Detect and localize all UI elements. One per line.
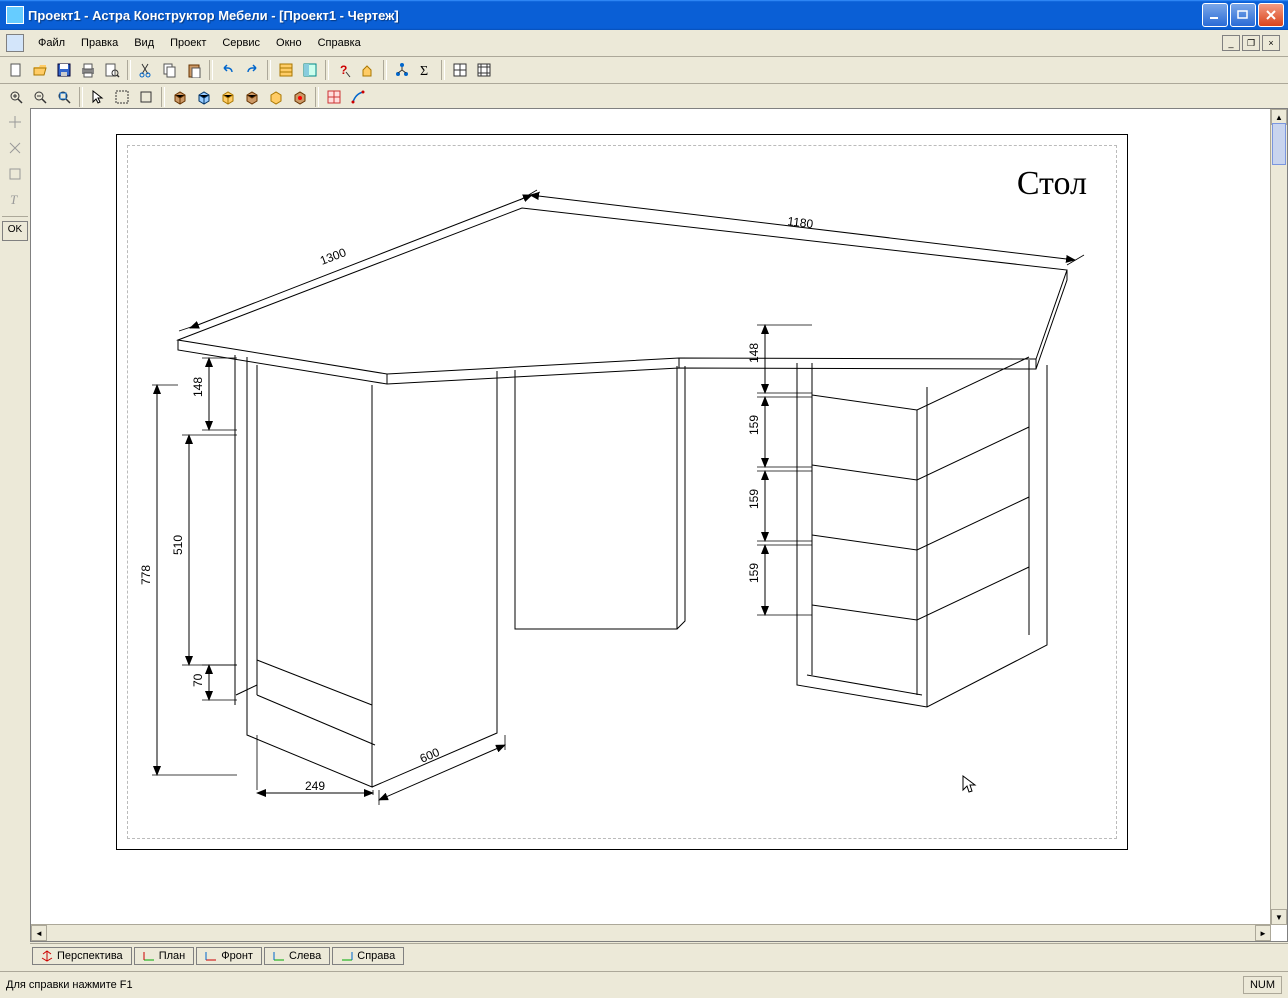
dim-510: 510 — [171, 535, 185, 555]
status-num: NUM — [1243, 976, 1282, 994]
status-hint: Для справки нажмите F1 — [6, 979, 133, 991]
copy-icon[interactable] — [158, 58, 182, 82]
scroll-down-icon[interactable]: ▼ — [1271, 909, 1287, 925]
dim-1300: 1300 — [318, 245, 348, 268]
maximize-button[interactable] — [1230, 3, 1256, 27]
vertical-scrollbar[interactable]: ▲ ▼ — [1270, 109, 1287, 925]
mdi-minimize-button[interactable]: _ — [1222, 35, 1240, 51]
snap-3-icon[interactable] — [3, 162, 27, 186]
menu-help[interactable]: Справка — [310, 33, 369, 53]
print-icon[interactable] — [76, 58, 100, 82]
menu-project[interactable]: Проект — [162, 33, 214, 53]
dim-159a: 159 — [747, 415, 761, 435]
dim-1180: 1180 — [787, 214, 815, 231]
info-icon[interactable] — [356, 58, 380, 82]
menu-window[interactable]: Окно — [268, 33, 310, 53]
grid2-icon[interactable] — [472, 58, 496, 82]
drawing-svg: 1300 1180 778 148 510 70 249 600 148 159… — [117, 135, 1127, 849]
cut-icon[interactable] — [134, 58, 158, 82]
cube-5-icon[interactable] — [264, 85, 288, 109]
view-tabs: Перспектива План Фронт Слева Справа — [30, 943, 1288, 968]
cube-4-icon[interactable] — [240, 85, 264, 109]
panel-icon[interactable] — [298, 58, 322, 82]
svg-text:T: T — [10, 192, 18, 207]
menu-view[interactable]: Вид — [126, 33, 162, 53]
tab-right[interactable]: Справа — [332, 947, 404, 965]
scroll-thumb-v[interactable] — [1272, 123, 1286, 165]
paste-icon[interactable] — [182, 58, 206, 82]
window-title: Проект1 - Астра Конструктор Мебели - [Пр… — [28, 8, 1202, 23]
ok-button[interactable]: OK — [2, 221, 28, 241]
cube-3-icon[interactable] — [216, 85, 240, 109]
library-icon[interactable] — [274, 58, 298, 82]
tab-perspective[interactable]: Перспектива — [32, 947, 132, 965]
help-pointer-icon[interactable]: ? — [332, 58, 356, 82]
mdi-restore-button[interactable]: ❐ — [1242, 35, 1260, 51]
mode-a-icon[interactable] — [322, 85, 346, 109]
text-t-icon[interactable]: T — [3, 188, 27, 212]
left-toolbar: T OK — [0, 108, 31, 942]
snap-2-icon[interactable] — [3, 136, 27, 160]
app-icon — [6, 6, 24, 24]
box-icon[interactable] — [134, 85, 158, 109]
tab-left[interactable]: Слева — [264, 947, 330, 965]
box-select-icon[interactable] — [110, 85, 134, 109]
select-icon[interactable] — [86, 85, 110, 109]
horizontal-scrollbar[interactable]: ◄ ► — [31, 924, 1271, 941]
document-icon[interactable] — [6, 34, 24, 52]
zoom-in-icon[interactable] — [4, 85, 28, 109]
drawing-canvas[interactable]: Стол — [31, 109, 1271, 925]
minimize-button[interactable] — [1202, 3, 1228, 27]
close-button[interactable] — [1258, 3, 1284, 27]
snap-1-icon[interactable] — [3, 110, 27, 134]
svg-text:Σ: Σ — [420, 64, 428, 78]
dim-148b: 148 — [747, 343, 761, 363]
open-icon[interactable] — [28, 58, 52, 82]
svg-text:?: ? — [340, 63, 347, 77]
save-icon[interactable] — [52, 58, 76, 82]
dim-159c: 159 — [747, 563, 761, 583]
cube-6-icon[interactable] — [288, 85, 312, 109]
menu-service[interactable]: Сервис — [214, 33, 268, 53]
cube-2-icon[interactable] — [192, 85, 216, 109]
mdi-close-button[interactable]: × — [1262, 35, 1280, 51]
dim-159b: 159 — [747, 489, 761, 509]
toolbar-standard: ? Σ — [0, 57, 1288, 84]
workspace: Стол — [30, 108, 1288, 942]
new-icon[interactable] — [4, 58, 28, 82]
dim-70: 70 — [191, 673, 205, 687]
statusbar: Для справки нажмите F1 NUM — [0, 971, 1288, 998]
tree-icon[interactable] — [390, 58, 414, 82]
dim-148a: 148 — [191, 377, 205, 397]
mode-b-icon[interactable] — [346, 85, 370, 109]
drawing-page: Стол — [116, 134, 1128, 850]
zoom-out-icon[interactable] — [28, 85, 52, 109]
titlebar: Проект1 - Астра Конструктор Мебели - [Пр… — [0, 0, 1288, 30]
toolbar-view — [0, 84, 1288, 111]
dim-600: 600 — [418, 745, 442, 766]
undo-icon[interactable] — [216, 58, 240, 82]
menu-file[interactable]: Файл — [30, 33, 73, 53]
menu-edit[interactable]: Правка — [73, 33, 126, 53]
grid1-icon[interactable] — [448, 58, 472, 82]
dim-778: 778 — [139, 565, 153, 585]
dim-249: 249 — [305, 779, 325, 793]
cube-1-icon[interactable] — [168, 85, 192, 109]
redo-icon[interactable] — [240, 58, 264, 82]
zoom-fit-icon[interactable] — [52, 85, 76, 109]
tab-plan[interactable]: План — [134, 947, 195, 965]
sum-icon[interactable]: Σ — [414, 58, 438, 82]
print-preview-icon[interactable] — [100, 58, 124, 82]
menubar: Файл Правка Вид Проект Сервис Окно Справ… — [0, 30, 1288, 57]
scroll-right-icon[interactable]: ► — [1255, 925, 1271, 941]
tab-front[interactable]: Фронт — [196, 947, 262, 965]
scroll-left-icon[interactable]: ◄ — [31, 925, 47, 941]
